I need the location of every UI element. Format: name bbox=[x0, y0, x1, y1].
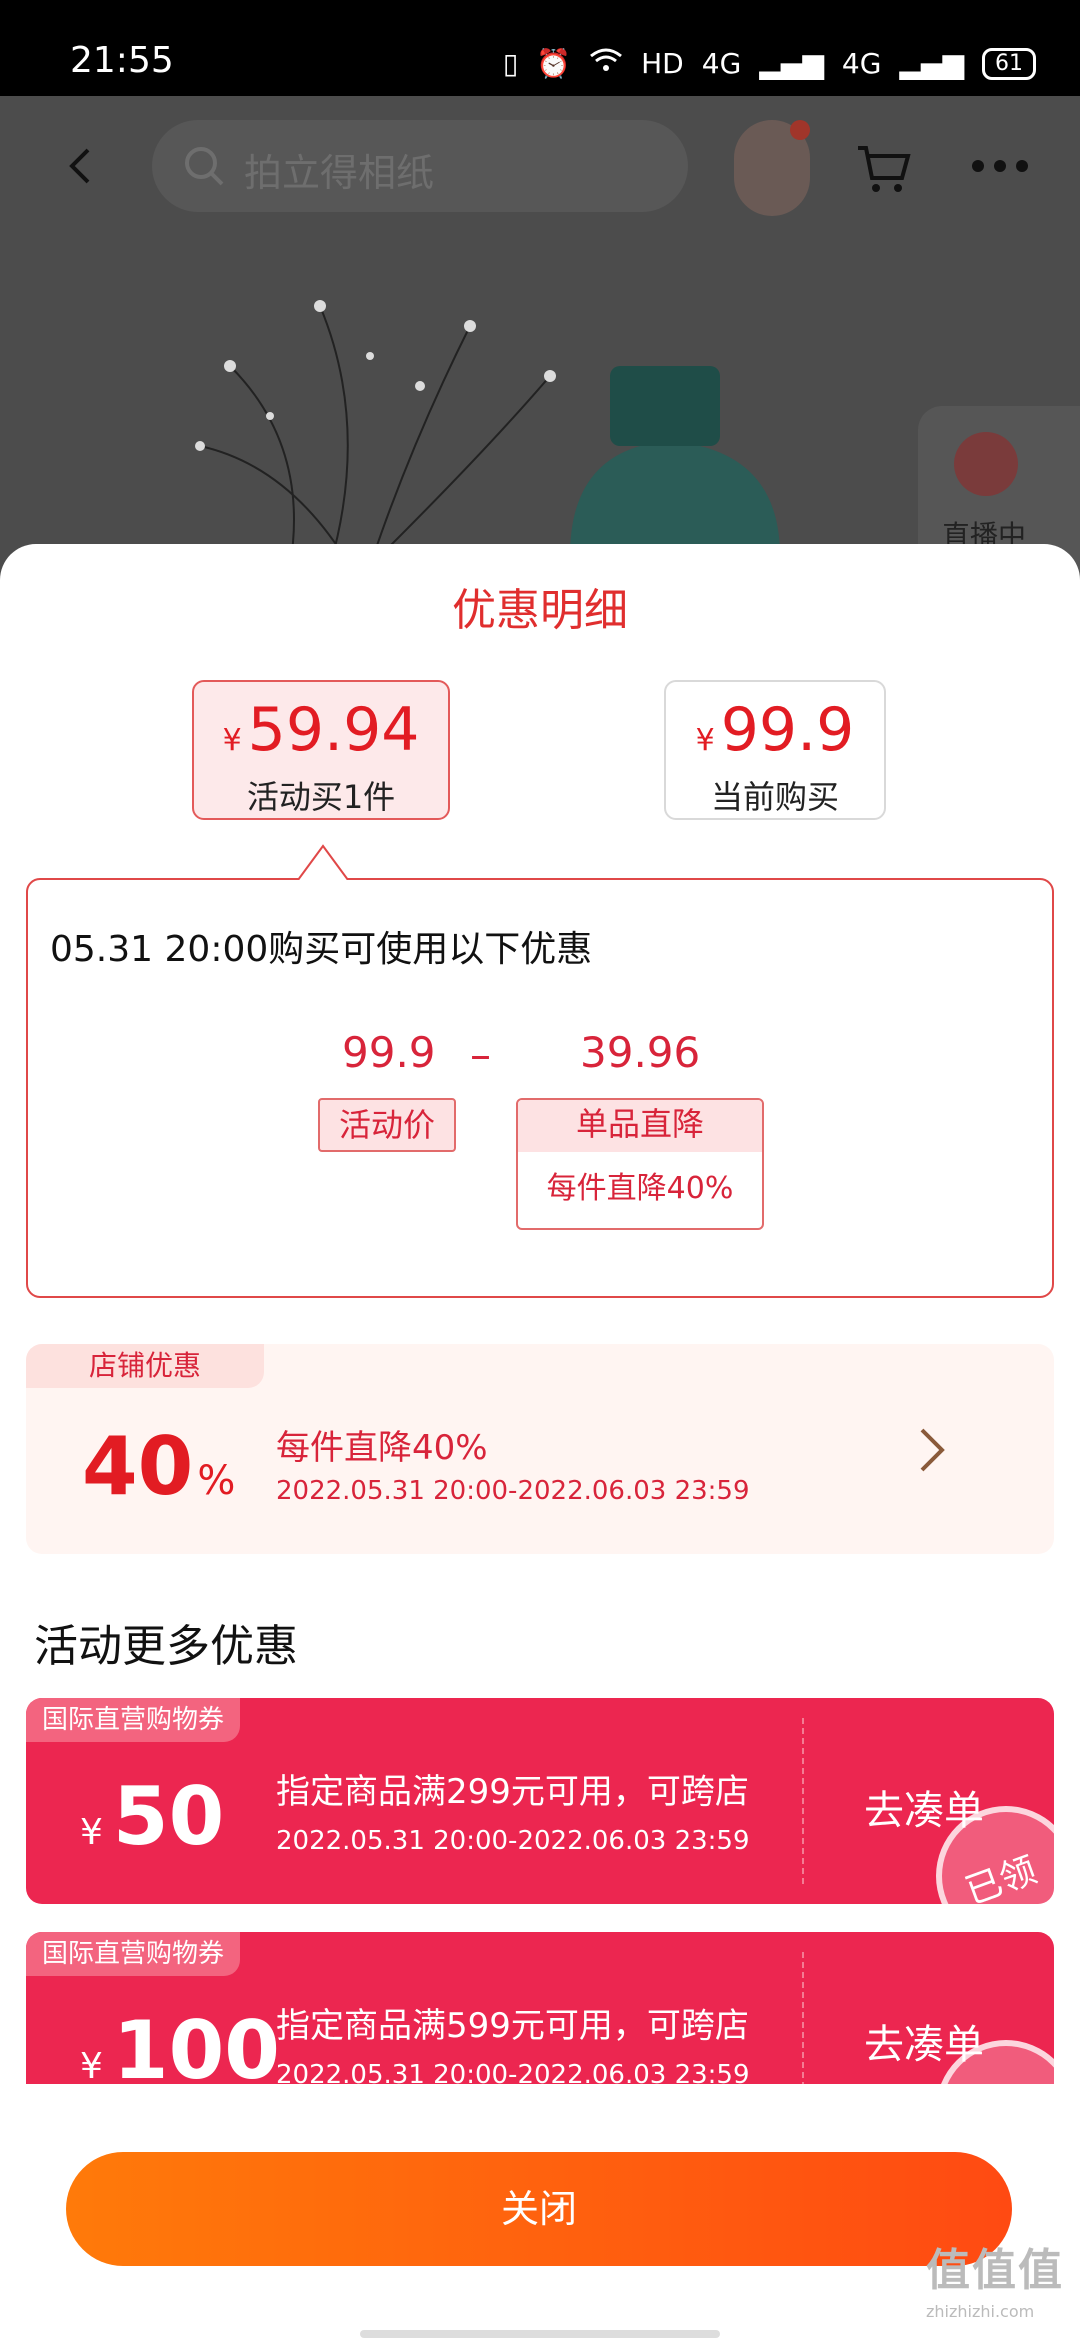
watermark: 值值值 zhizhizhi.com bbox=[926, 2234, 1064, 2321]
coupon-condition: 指定商品满299元可用，可跨店 bbox=[276, 1772, 749, 1812]
battery-icon: 61 bbox=[982, 47, 1036, 80]
notification-dot bbox=[790, 120, 810, 140]
currency-symbol: ¥ bbox=[80, 1812, 103, 1853]
more-offers-title: 活动更多优惠 bbox=[34, 1621, 298, 1672]
activity-price-tag: 活动价 bbox=[318, 1098, 456, 1152]
product-top-bar: 拍立得相纸 bbox=[0, 96, 1080, 236]
status-time: 21:55 bbox=[70, 40, 174, 81]
discount-calculation-box: 05.31 20:00购买可使用以下优惠 99.9 – 39.96 活动价 单品… bbox=[26, 878, 1054, 1298]
store-offer-period: 2022.05.31 20:00-2022.06.03 23:59 bbox=[276, 1476, 750, 1506]
discount-tag-title: 单品直降 bbox=[518, 1100, 762, 1152]
price-option-label: 活动买1件 bbox=[246, 778, 396, 816]
coupon-condition: 指定商品满599元可用，可跨店 bbox=[276, 2006, 749, 2046]
currency-symbol: ¥ bbox=[222, 723, 242, 758]
store-offer-card[interactable]: 店铺优惠 40% 每件直降40% 2022.05.31 20:00-2022.0… bbox=[26, 1344, 1054, 1554]
minus-sign: – bbox=[470, 1030, 491, 1079]
chevron-right-icon[interactable] bbox=[914, 1424, 950, 1476]
status-bar: 21:55 ▯ ⏰ HD 4G ▂▄▆ 4G ▂▄▆ 61 bbox=[0, 0, 1080, 96]
store-offer-value: 40% bbox=[82, 1420, 235, 1513]
discount-tag-subtitle: 每件直降40% bbox=[546, 1171, 734, 1206]
status-icons: ▯ ⏰ HD 4G ▂▄▆ 4G ▂▄▆ 61 bbox=[503, 46, 1036, 81]
signal-1-label: 4G bbox=[701, 47, 742, 80]
discount-value: 39.96 bbox=[580, 1028, 701, 1077]
price-value: ¥59.94 bbox=[194, 694, 448, 777]
alarm-icon: ⏰ bbox=[536, 47, 572, 80]
signal-bars-icon: ▂▄▆ bbox=[899, 47, 964, 80]
coupon-tag: 国际直营购物券 bbox=[26, 1932, 241, 1976]
calculation-heading: 05.31 20:00购买可使用以下优惠 bbox=[50, 929, 593, 970]
claimed-stamp-label: 已领 bbox=[960, 1849, 1043, 1904]
search-input[interactable]: 拍立得相纸 bbox=[152, 120, 688, 212]
sheet-title: 优惠明细 bbox=[452, 585, 628, 636]
live-icon bbox=[954, 432, 1018, 496]
price-option-current[interactable]: ¥99.9 当前购买 bbox=[664, 680, 886, 820]
price-option-label: 当前购买 bbox=[710, 778, 839, 816]
store-offer-tag: 店铺优惠 bbox=[26, 1344, 264, 1388]
coupon-period: 2022.05.31 20:00-2022.06.03 23:59 bbox=[276, 1826, 750, 1856]
price-option-activity[interactable]: ¥59.94 活动买1件 bbox=[192, 680, 450, 820]
price-number: 99.9 bbox=[720, 695, 855, 765]
coupon-amount: ¥50 bbox=[80, 1772, 224, 1878]
watermark-text: 值值值 bbox=[926, 2245, 1064, 2296]
back-arrow-icon[interactable] bbox=[60, 144, 104, 188]
activity-price-value: 99.9 bbox=[342, 1028, 436, 1077]
watermark-subtext: zhizhizhi.com bbox=[926, 2302, 1035, 2321]
cart-icon[interactable] bbox=[856, 144, 912, 194]
signal-bars-icon: ▂▄▆ bbox=[759, 47, 824, 80]
coupon-tag: 国际直营购物券 bbox=[26, 1698, 241, 1742]
network-label: HD bbox=[641, 47, 684, 80]
selection-pointer-icon bbox=[298, 844, 348, 880]
search-placeholder: 拍立得相纸 bbox=[244, 151, 435, 195]
vibrate-icon: ▯ bbox=[502, 47, 519, 80]
currency-symbol: ¥ bbox=[695, 723, 715, 758]
price-number: 59.94 bbox=[247, 695, 420, 765]
bottle-image bbox=[570, 366, 780, 556]
coupon-card[interactable]: 国际直营购物券 ¥50 指定商品满299元可用，可跨店 2022.05.31 2… bbox=[26, 1698, 1054, 1904]
search-icon bbox=[185, 147, 224, 186]
store-offer-unit: % bbox=[197, 1458, 236, 1504]
home-indicator[interactable] bbox=[360, 2330, 720, 2338]
signal-2-label: 4G bbox=[841, 47, 882, 80]
close-button[interactable]: 关闭 bbox=[66, 2152, 1012, 2266]
currency-symbol: ¥ bbox=[80, 2046, 103, 2087]
store-offer-description: 每件直降40% bbox=[276, 1428, 488, 1468]
price-value: ¥99.9 bbox=[666, 694, 884, 777]
discount-tag: 单品直降 每件直降40% bbox=[516, 1098, 764, 1230]
wifi-icon bbox=[589, 46, 623, 81]
coupon-amount-number: 50 bbox=[112, 1770, 225, 1863]
discount-details-sheet: 优惠明细 ¥59.94 活动买1件 ¥99.9 当前购买 05.31 20:00… bbox=[0, 544, 1080, 2340]
store-offer-number: 40 bbox=[82, 1420, 194, 1513]
more-icon[interactable] bbox=[970, 158, 1030, 174]
coupon-divider bbox=[802, 1718, 804, 1884]
